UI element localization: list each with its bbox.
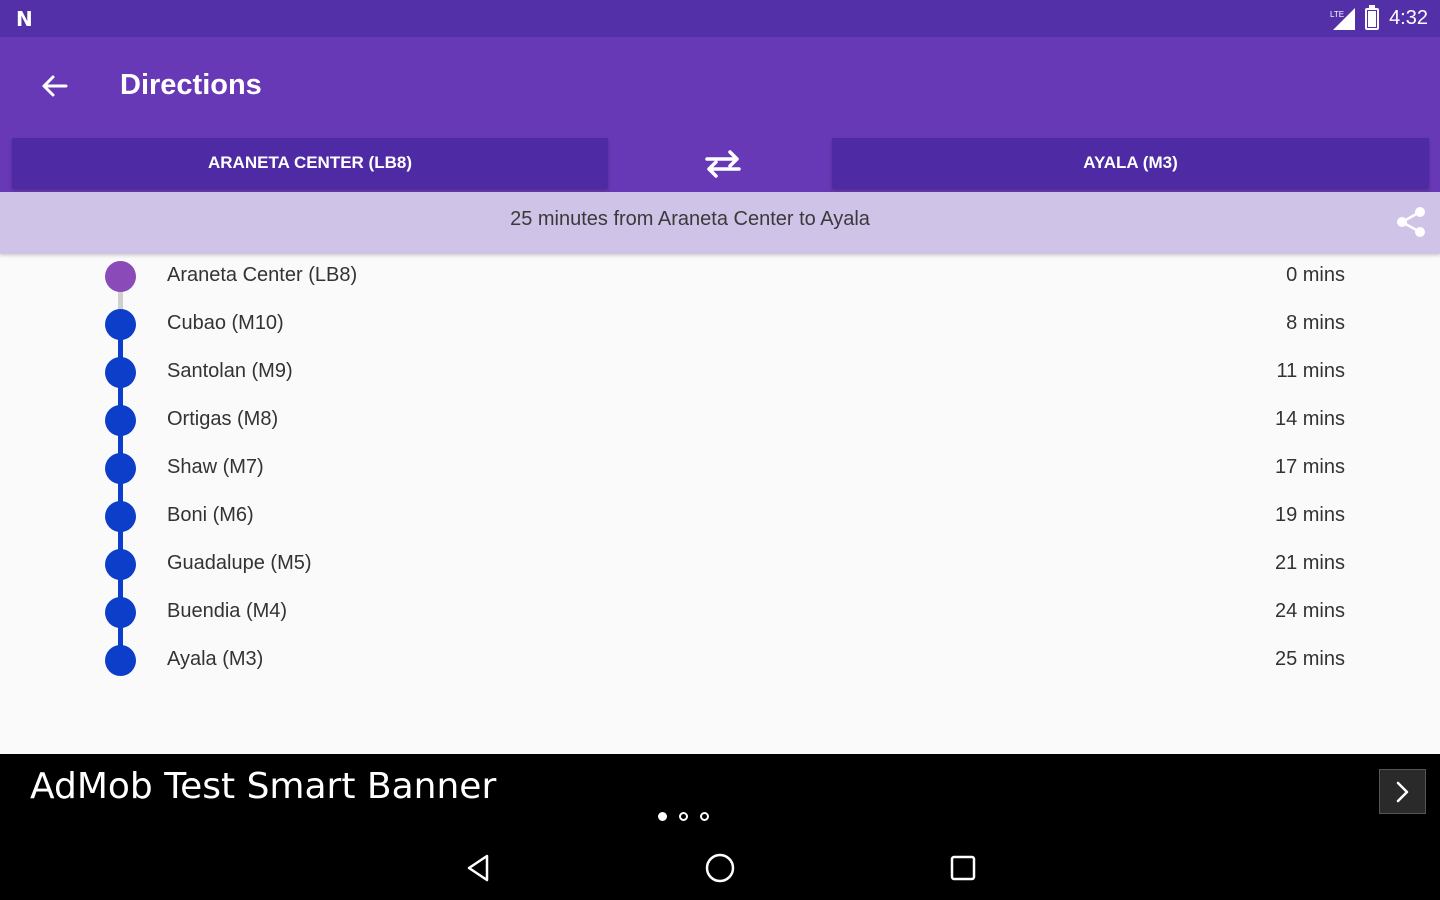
nav-back-button[interactable] — [456, 848, 500, 888]
station-name: Shaw (M7) — [167, 456, 264, 478]
status-time: 4:32 — [1389, 7, 1428, 29]
station-time: 24 mins — [1274, 600, 1345, 622]
station-marker — [105, 501, 136, 532]
square-recents-icon — [950, 855, 976, 881]
station-name: Boni (M6) — [167, 504, 254, 526]
status-bar: N LTE 4:32 — [0, 0, 1440, 37]
station-name: Santolan (M9) — [167, 360, 293, 382]
route-summary-bar: 25 minutes from Araneta Center to Ayala — [0, 192, 1440, 254]
page-dot — [700, 812, 709, 821]
notification-n-icon: N — [16, 7, 33, 31]
back-button[interactable] — [30, 65, 78, 107]
station-name: Buendia (M4) — [167, 600, 288, 622]
station-marker — [105, 597, 136, 628]
triangle-back-icon — [467, 854, 489, 882]
station-marker — [105, 453, 136, 484]
page-dot — [679, 812, 688, 821]
station-marker — [105, 261, 136, 292]
ad-banner[interactable]: AdMob Test Smart Banner — [0, 754, 1440, 836]
station-time: 21 mins — [1274, 552, 1345, 574]
route-station-list: Araneta Center (LB8) 0 mins Cubao (M10) … — [0, 254, 1440, 754]
ad-page-indicator — [658, 812, 709, 821]
station-time: 11 mins — [1276, 360, 1345, 382]
arrow-back-icon — [42, 75, 68, 97]
list-item: Shaw (M7) 17 mins — [0, 446, 1440, 494]
page-title: Directions — [120, 69, 262, 101]
circle-home-icon — [705, 853, 735, 883]
station-name: Ortigas (M8) — [167, 408, 279, 430]
from-station-button[interactable]: ARANETA CENTER (LB8) — [12, 138, 608, 188]
battery-icon — [1365, 4, 1380, 30]
station-time: 25 mins — [1274, 648, 1345, 670]
list-item: Ayala (M3) 25 mins — [0, 638, 1440, 686]
station-time: 0 mins — [1286, 264, 1345, 286]
list-item: Boni (M6) 19 mins — [0, 494, 1440, 542]
station-name: Araneta Center (LB8) — [167, 264, 358, 286]
station-marker — [105, 357, 136, 388]
share-icon[interactable] — [1396, 206, 1426, 238]
station-marker — [105, 309, 136, 340]
swap-arrows-icon — [705, 150, 741, 178]
system-nav-bar — [0, 836, 1440, 900]
station-marker — [105, 549, 136, 580]
ad-banner-text: AdMob Test Smart Banner — [30, 766, 497, 807]
nav-home-button[interactable] — [698, 848, 742, 888]
station-time: 8 mins — [1286, 312, 1345, 334]
station-marker — [105, 405, 136, 436]
station-name: Cubao (M10) — [167, 312, 284, 334]
chevron-right-icon — [1396, 781, 1408, 802]
list-item: Cubao (M10) 8 mins — [0, 302, 1440, 350]
list-item: Guadalupe (M5) 21 mins — [0, 542, 1440, 590]
route-summary-text: 25 minutes from Araneta Center to Ayala — [510, 208, 870, 230]
list-item: Ortigas (M8) 14 mins — [0, 398, 1440, 446]
station-name: Ayala (M3) — [167, 648, 264, 670]
station-time: 17 mins — [1274, 456, 1345, 478]
station-time: 19 mins — [1274, 504, 1345, 526]
nav-recents-button[interactable] — [941, 848, 985, 888]
list-item: Araneta Center (LB8) 0 mins — [0, 254, 1440, 302]
svg-text:LTE: LTE — [1330, 10, 1344, 19]
station-marker — [105, 645, 136, 676]
list-item: Buendia (M4) 24 mins — [0, 590, 1440, 638]
station-time: 14 mins — [1274, 408, 1345, 430]
to-station-button[interactable]: AYALA (M3) — [832, 138, 1429, 188]
ad-next-button[interactable] — [1379, 769, 1426, 814]
signal-icon: LTE — [1329, 7, 1356, 30]
swap-stations-button[interactable] — [695, 142, 751, 186]
page-dot — [658, 812, 667, 821]
station-name: Guadalupe (M5) — [167, 552, 312, 574]
list-item: Santolan (M9) 11 mins — [0, 350, 1440, 398]
app-bar: Directions ARANETA CENTER (LB8) AYALA (M… — [0, 37, 1440, 192]
